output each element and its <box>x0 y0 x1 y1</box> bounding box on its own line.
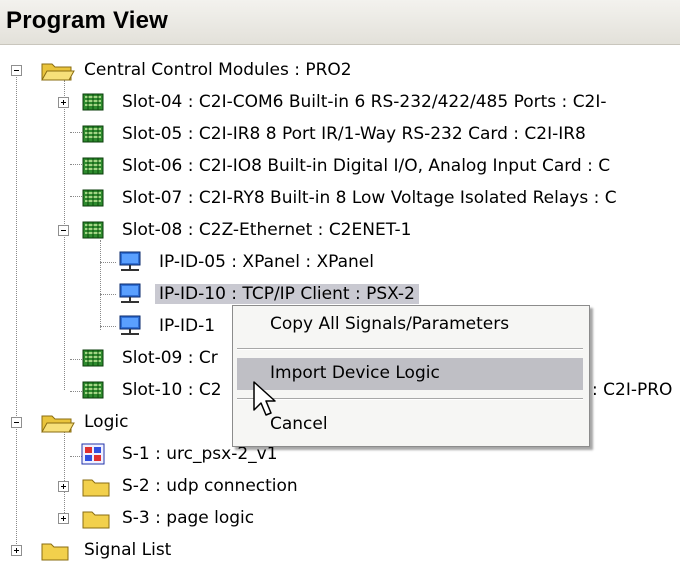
menu-item-cancel[interactable]: Cancel <box>237 409 583 441</box>
menu-item-label: Copy All Signals/Parameters <box>270 314 510 334</box>
tree-node-slot-06[interactable]: Slot-06 : C2I-IO8 Built-in Digital I/O, … <box>0 152 680 180</box>
tree-label-selected: IP-ID-10 : TCP/IP Client : PSX-2 <box>155 284 419 304</box>
open-folder-icon <box>41 63 75 81</box>
program-tree[interactable]: Central Control Modules : PRO2 Slot-04 :… <box>0 44 680 563</box>
tree-label: Logic <box>84 412 129 432</box>
tree-label: IP-ID-1 <box>159 316 216 336</box>
tree-label: Slot-10 : C2 <box>122 380 222 400</box>
tree-label: Slot-04 : C2I-COM6 Built-in 6 RS-232/422… <box>122 92 607 112</box>
card-icon <box>82 381 104 399</box>
tree-node-ip-id-10[interactable]: IP-ID-10 : TCP/IP Client : PSX-2 <box>0 280 680 308</box>
tree-node-slot-09[interactable]: Slot-09 : Cr <box>0 344 232 372</box>
tree-label: Slot-09 : Cr <box>122 348 218 368</box>
tree-node-slot-07[interactable]: Slot-07 : C2I-RY8 Built-in 8 Low Voltage… <box>0 184 680 212</box>
tree-node-ip-id-05[interactable]: IP-ID-05 : XPanel : XPanel <box>0 248 680 276</box>
tree-node-slot-05[interactable]: Slot-05 : C2I-IR8 8 Port IR/1-Way RS-232… <box>0 120 680 148</box>
expand-toggle[interactable] <box>58 481 69 492</box>
tree-label-tail: : C2I-PRO <box>592 380 673 400</box>
tree-label: Slot-05 : C2I-IR8 8 Port IR/1-Way RS-232… <box>122 124 586 144</box>
card-icon <box>82 125 104 143</box>
folder-icon <box>82 479 110 497</box>
menu-item-import-device-logic[interactable]: Import Device Logic <box>237 358 583 390</box>
network-device-icon <box>119 315 141 335</box>
context-menu: Copy All Signals/Parameters Import Devic… <box>232 305 590 447</box>
collapse-toggle[interactable] <box>11 65 22 76</box>
expand-toggle[interactable] <box>58 513 69 524</box>
card-icon <box>82 189 104 207</box>
card-icon <box>82 157 104 175</box>
logic-module-icon <box>81 443 105 465</box>
tree-label: Central Control Modules : PRO2 <box>84 60 352 80</box>
tree-node-s-3[interactable]: S-3 : page logic <box>0 504 680 532</box>
menu-separator <box>237 398 583 400</box>
tree-node-central-control-modules[interactable]: Central Control Modules : PRO2 <box>0 56 680 84</box>
tree-node-signal-list[interactable]: Signal List <box>0 536 680 564</box>
tree-label: Slot-06 : C2I-IO8 Built-in Digital I/O, … <box>122 156 611 176</box>
menu-item-label: Import Device Logic <box>270 363 440 383</box>
menu-item-label: Cancel <box>270 414 328 434</box>
tree-label: S-1 : urc_psx-2_v1 <box>122 444 278 464</box>
tree-node-s-2[interactable]: S-2 : udp connection <box>0 472 680 500</box>
open-folder-icon <box>41 415 75 433</box>
mouse-pointer-icon <box>253 381 276 416</box>
expand-toggle[interactable] <box>58 97 69 108</box>
tree-label: Signal List <box>84 540 172 560</box>
collapse-toggle[interactable] <box>58 225 69 236</box>
tree-label: Slot-08 : C2Z-Ethernet : C2ENET-1 <box>122 220 412 240</box>
tree-label: S-3 : page logic <box>122 508 255 528</box>
panel-title: Program View <box>6 7 169 34</box>
expand-toggle[interactable] <box>11 545 22 556</box>
menu-item-copy-all-signals[interactable]: Copy All Signals/Parameters <box>237 309 583 341</box>
card-icon <box>82 349 104 367</box>
tree-label: S-2 : udp connection <box>122 476 298 496</box>
network-device-icon <box>119 251 141 271</box>
tree-label: IP-ID-05 : XPanel : XPanel <box>159 252 374 272</box>
folder-icon <box>82 511 110 529</box>
folder-icon <box>41 543 69 561</box>
tree-label: Slot-07 : C2I-RY8 Built-in 8 Low Voltage… <box>122 188 617 208</box>
card-icon <box>82 221 104 239</box>
tree-node-ip-id-1x[interactable]: IP-ID-1 <box>0 312 232 340</box>
collapse-toggle[interactable] <box>11 417 22 428</box>
tree-node-slot-04[interactable]: Slot-04 : C2I-COM6 Built-in 6 RS-232/422… <box>0 88 680 116</box>
panel-header: Program View <box>0 0 680 45</box>
network-device-icon <box>119 283 141 303</box>
menu-separator <box>237 348 583 350</box>
card-icon <box>82 93 104 111</box>
tree-node-slot-08[interactable]: Slot-08 : C2Z-Ethernet : C2ENET-1 <box>0 216 680 244</box>
